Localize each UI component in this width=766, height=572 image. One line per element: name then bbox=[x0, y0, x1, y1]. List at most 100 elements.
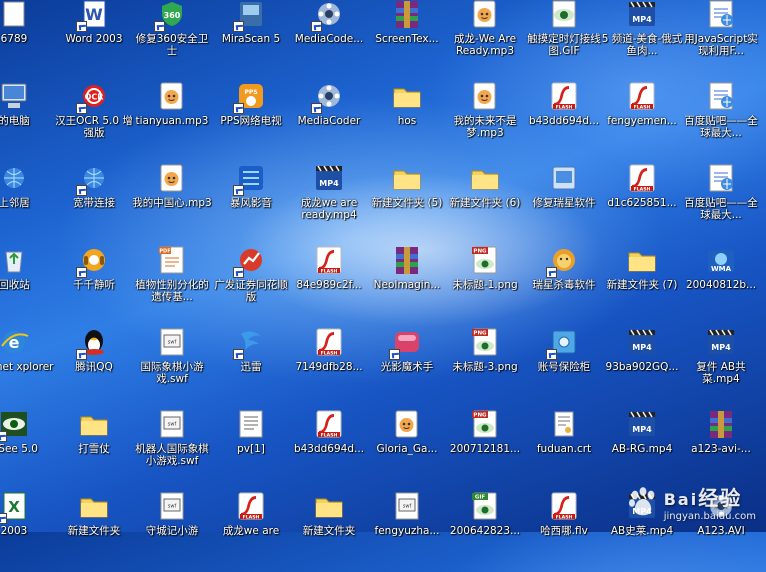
desktop-icon[interactable]: 6789 bbox=[0, 0, 54, 80]
desktop-icon[interactable]: 新建文件夹 bbox=[289, 490, 369, 572]
desktop-icon[interactable]: GIF 200642823... bbox=[445, 490, 525, 572]
desktop-icon[interactable]: PDF 植物性别分化的遗传基... bbox=[132, 244, 212, 326]
desktop-icon[interactable]: fuduan.crt bbox=[524, 408, 604, 490]
desktop-icon[interactable]: 光影魔术手 bbox=[367, 326, 447, 408]
desktop-icon-label: 国际象棋小游戏.swf bbox=[140, 361, 204, 385]
shortcut-arrow-icon bbox=[76, 349, 87, 360]
desktop-icon[interactable]: 修复瑞星软件 bbox=[524, 162, 604, 244]
txt-icon bbox=[235, 408, 267, 440]
desktop-icon[interactable]: 的电脑 bbox=[0, 80, 54, 162]
shortcut-arrow-icon bbox=[311, 103, 322, 114]
flash-icon: FLASHFLASH bbox=[548, 80, 580, 112]
desktop-icon[interactable]: 用JavaScript实现利用F... bbox=[681, 0, 761, 80]
desktop-icon[interactable]: 瑞星杀毒软件 bbox=[524, 244, 604, 326]
desktop-icon[interactable]: 上邻居 bbox=[0, 162, 54, 244]
desktop-icon[interactable]: 我的未来不是梦.mp3 bbox=[445, 80, 525, 162]
storm-icon bbox=[233, 162, 267, 196]
desktop-icon[interactable]: W Word 2003 bbox=[54, 0, 134, 80]
desktop-icon[interactable]: 宽带连接 bbox=[54, 162, 134, 244]
desktop-icon-label: ScreenTex... bbox=[375, 33, 439, 45]
shield-icon: 360 bbox=[154, 0, 188, 32]
desktop-icon[interactable]: 我的中国心.mp3 bbox=[132, 162, 212, 244]
network-icon bbox=[76, 162, 110, 196]
desktop-icon[interactable]: MediaCoder bbox=[289, 80, 369, 162]
svg-text:PNG: PNG bbox=[473, 413, 487, 419]
desktop-icon[interactable]: 新建文件夹 bbox=[54, 490, 134, 572]
desktop-icon[interactable]: OSee 5.0 bbox=[0, 408, 54, 490]
desktop-icon[interactable]: a123-avi-... bbox=[681, 408, 761, 490]
flash-icon: FLASHFLASH bbox=[626, 162, 658, 194]
desktop-icon[interactable]: MP4 成龙we are ready.mp4 bbox=[289, 162, 369, 244]
desktop-icon[interactable]: 千千静听 bbox=[54, 244, 134, 326]
desktop-icon[interactable]: MP4 复件 AB共菜.mp4 bbox=[681, 326, 761, 408]
desktop-icon[interactable]: swf fengyuzha... bbox=[367, 490, 447, 572]
swf-icon: swf bbox=[156, 408, 188, 440]
desktop-icon[interactable]: X 2003 bbox=[0, 490, 54, 572]
svg-text:PPS: PPS bbox=[244, 89, 257, 96]
desktop-icon[interactable]: 迅雷 bbox=[211, 326, 291, 408]
desktop-icon[interactable]: 打雪仗 bbox=[54, 408, 134, 490]
desktop-icon[interactable]: FLASHFLASH b43dd694d... bbox=[524, 80, 604, 162]
qq-icon bbox=[76, 326, 110, 360]
desktop-icon[interactable]: e nternet xplorer bbox=[0, 326, 54, 408]
desktop-icon[interactable]: MP4 93ba902GQ... bbox=[602, 326, 682, 408]
desktop-icon[interactable]: 腾讯QQ bbox=[54, 326, 134, 408]
desktop-icon[interactable]: pv[1] bbox=[211, 408, 291, 490]
desktop-icon[interactable]: 新建文件夹 (6) bbox=[445, 162, 525, 244]
desktop-icon[interactable]: 新建文件夹 (7) bbox=[602, 244, 682, 326]
desktop-icon[interactable]: Gloria_Ga... bbox=[367, 408, 447, 490]
desktop-icon[interactable]: 成龙-We Are Ready.mp3 bbox=[445, 0, 525, 80]
desktop-icon[interactable]: MiraScan 5 bbox=[211, 0, 291, 80]
desktop-icon[interactable]: NeoImagin... bbox=[367, 244, 447, 326]
desktop-icon-label: 账号保险柜 bbox=[537, 361, 591, 373]
svg-text:MP4: MP4 bbox=[632, 343, 652, 352]
desktop-icon[interactable]: 触摸定时灯接线图.GIF bbox=[524, 0, 604, 80]
svg-text:FLASH: FLASH bbox=[321, 432, 338, 438]
desktop-icon-label: hos bbox=[397, 115, 417, 127]
desktop-icon[interactable]: MP4 AB-RG.mp4 bbox=[602, 408, 682, 490]
desktop-icon[interactable]: FLASHFLASH 哈西哪.flv bbox=[524, 490, 604, 572]
desktop-icon[interactable]: OCR 汉王OCR 5.0 增强版 bbox=[54, 80, 134, 162]
desktop-icon[interactable]: MP4 5 频道-美食-俄式鱼肉... bbox=[602, 0, 682, 80]
desktop-icon[interactable]: 暴风影音 bbox=[211, 162, 291, 244]
desktop-icon[interactable]: FLASHFLASH b43dd694d... bbox=[289, 408, 369, 490]
desktop-icon[interactable]: FLASHFLASH d1c625851... bbox=[602, 162, 682, 244]
mp4-icon: MP4 bbox=[626, 326, 658, 358]
desktop-icon[interactable]: PPS PPS网络电视 bbox=[211, 80, 291, 162]
desktop-icon[interactable]: PNG 未标题-3.png bbox=[445, 326, 525, 408]
desktop-icon[interactable]: FLASHFLASH 84e989c2f... bbox=[289, 244, 369, 326]
svg-text:FLASH: FLASH bbox=[321, 268, 338, 274]
shortcut-arrow-icon bbox=[76, 185, 87, 196]
desktop-icon[interactable]: FLASHFLASH fengyemen... bbox=[602, 80, 682, 162]
desktop-icon[interactable]: FLASHFLASH 成龙we are bbox=[211, 490, 291, 572]
shortcut-arrow-icon bbox=[233, 21, 244, 32]
flash-icon: FLASHFLASH bbox=[313, 326, 345, 358]
desktop-icon[interactable]: swf 国际象棋小游戏.swf bbox=[132, 326, 212, 408]
desktop-icon[interactable]: swf 机器人国际象棋小游戏.swf bbox=[132, 408, 212, 490]
desktop-icon[interactable]: 回收站 bbox=[0, 244, 54, 326]
desktop-icon[interactable]: 360 修复360安全卫士 bbox=[132, 0, 212, 80]
desktop-icon[interactable]: WMA 20040812b... bbox=[681, 244, 761, 326]
flash-icon: FLASHFLASH bbox=[235, 490, 267, 522]
desktop-icon[interactable]: PNG 未标题-1.png bbox=[445, 244, 525, 326]
folder-icon bbox=[78, 408, 110, 440]
desktop-icon[interactable]: PNG 200712181... bbox=[445, 408, 525, 490]
desktop-icon[interactable]: swf 守城记小游 bbox=[132, 490, 212, 572]
desktop-icon[interactable]: MediaCode... bbox=[289, 0, 369, 80]
svg-text:W: W bbox=[85, 5, 103, 24]
desktop-icon[interactable]: FLASHFLASH 7149dfb28... bbox=[289, 326, 369, 408]
shortcut-arrow-icon bbox=[233, 267, 244, 278]
desktop-icon[interactable]: tianyuan.mp3 bbox=[132, 80, 212, 162]
desktop-icon[interactable]: 账号保险柜 bbox=[524, 326, 604, 408]
desktop-icon-label: pv[1] bbox=[237, 443, 265, 455]
desktop-icon-label: nternet xplorer bbox=[0, 361, 54, 373]
desktop-icon[interactable]: 新建文件夹 (5) bbox=[367, 162, 447, 244]
desktop-icon[interactable]: hos bbox=[367, 80, 447, 162]
html-icon bbox=[705, 0, 737, 30]
desktop-icon[interactable]: 百度贴吧——全球最大... bbox=[681, 162, 761, 244]
desktop-icon[interactable]: 广发证券同花顺版 bbox=[211, 244, 291, 326]
desktop-icon-label: 修复360安全卫士 bbox=[135, 33, 209, 57]
desktop-icon-label: 新建文件夹 (6) bbox=[449, 197, 521, 209]
desktop-icon[interactable]: ScreenTex... bbox=[367, 0, 447, 80]
desktop-icon[interactable]: 百度贴吧——全球最大... bbox=[681, 80, 761, 162]
